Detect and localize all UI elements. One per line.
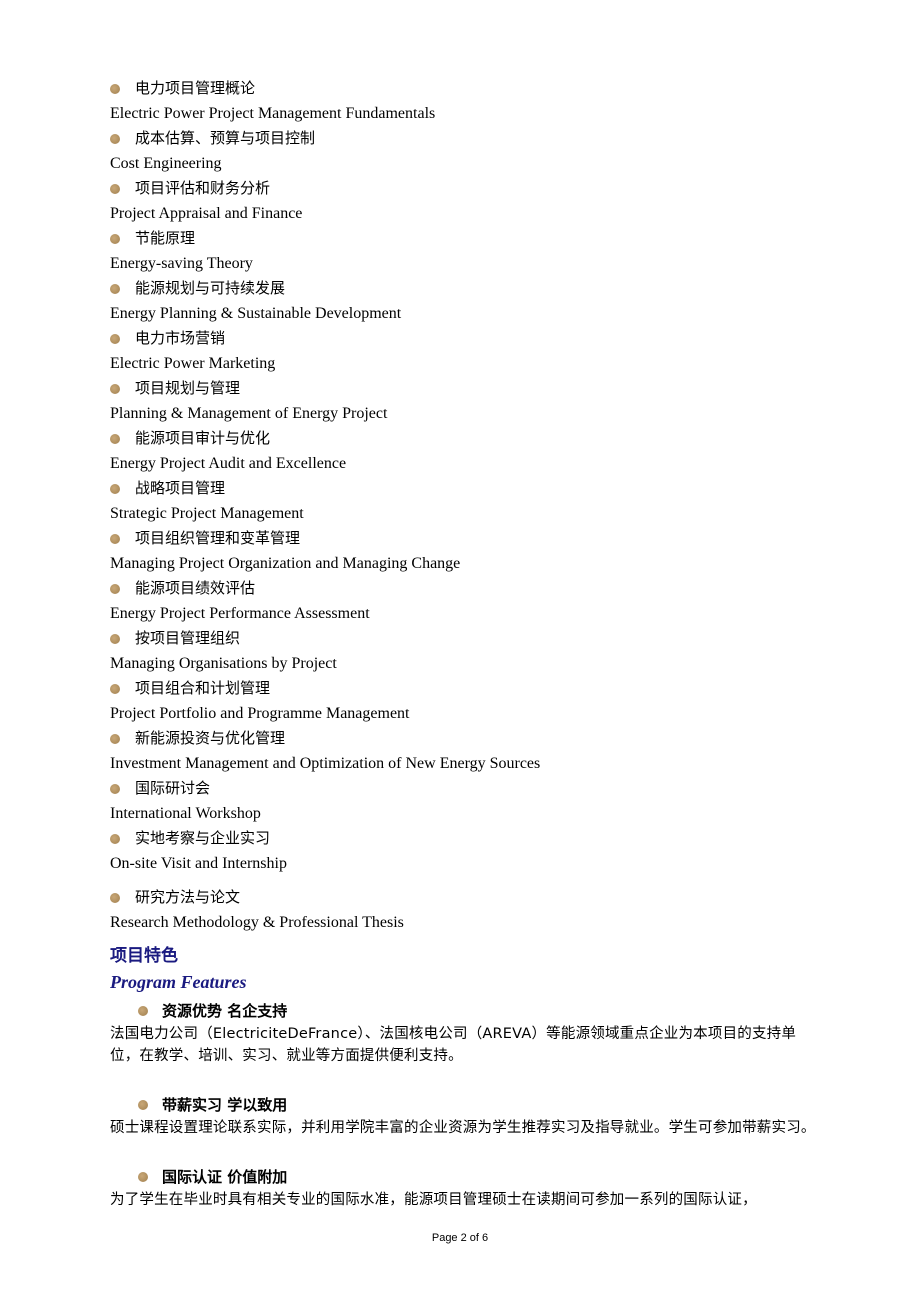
course-item: 研究方法与论文 Research Methodology & Professio… [110, 885, 820, 935]
bullet-icon [110, 584, 120, 594]
course-title-en: Cost Engineering [110, 155, 222, 172]
course-item: 能源项目审计与优化 Energy Project Audit and Excel… [110, 426, 820, 476]
course-item: 节能原理 Energy-saving Theory [110, 226, 820, 276]
course-title-zh: 节能原理 [135, 229, 196, 247]
course-title-en: Research Methodology & Professional Thes… [110, 914, 404, 931]
course-title-zh: 能源项目绩效评估 [135, 579, 256, 597]
bullet-icon [110, 484, 120, 494]
course-title-zh: 项目评估和财务分析 [135, 179, 271, 197]
course-title-en: Electric Power Marketing [110, 355, 276, 372]
course-item: 按项目管理组织 Managing Organisations by Projec… [110, 626, 820, 676]
section-title-en: Program Features [110, 972, 247, 992]
bullet-icon [110, 134, 120, 144]
course-title-zh: 项目组织管理和变革管理 [135, 529, 301, 547]
course-title-zh: 电力项目管理概论 [135, 79, 256, 97]
course-title-zh: 新能源投资与优化管理 [135, 729, 286, 747]
course-list: 电力项目管理概论 Electric Power Project Manageme… [110, 76, 820, 935]
course-title-zh: 国际研讨会 [135, 779, 211, 797]
course-title-en: International Workshop [110, 805, 261, 822]
course-title-en: Energy Project Audit and Excellence [110, 455, 347, 472]
course-title-zh: 项目组合和计划管理 [135, 679, 271, 697]
bullet-icon [110, 84, 120, 94]
bullet-icon [110, 684, 120, 694]
bullet-icon [110, 784, 120, 794]
course-title-en: Project Appraisal and Finance [110, 205, 303, 222]
feature-body: 硕士课程设置理论联系实际，并利用学院丰富的企业资源为学生推荐实习及指导就业。学生… [110, 1120, 816, 1136]
bullet-icon [110, 893, 120, 903]
course-title-en: Electric Power Project Management Fundam… [110, 105, 436, 122]
bullet-icon [138, 1100, 148, 1110]
course-title-zh: 研究方法与论文 [135, 888, 241, 906]
bullet-icon [110, 434, 120, 444]
course-title-en: Energy Project Performance Assessment [110, 605, 370, 622]
course-title-zh: 项目规划与管理 [135, 379, 241, 397]
course-title-en: Energy Planning & Sustainable Developmen… [110, 305, 402, 322]
section-title-zh: 项目特色 [110, 946, 178, 966]
feature-item: 国际认证 价值附加 为了学生在毕业时具有相关专业的国际水准，能源项目管理硕士在读… [110, 1165, 820, 1211]
bullet-icon [110, 334, 120, 344]
course-title-en: Energy-saving Theory [110, 255, 253, 272]
course-title-en: Strategic Project Management [110, 505, 304, 522]
course-item: 电力市场营销 Electric Power Marketing [110, 326, 820, 376]
bullet-icon [110, 634, 120, 644]
course-title-zh: 战略项目管理 [135, 479, 226, 497]
course-title-zh: 电力市场营销 [135, 329, 226, 347]
feature-item: 带薪实习 学以致用 硕士课程设置理论联系实际，并利用学院丰富的企业资源为学生推荐… [110, 1093, 820, 1139]
course-item: 项目规划与管理 Planning & Management of Energy … [110, 376, 820, 426]
bullet-icon [110, 284, 120, 294]
bullet-icon [110, 234, 120, 244]
course-item: 项目评估和财务分析 Project Appraisal and Finance [110, 176, 820, 226]
bullet-icon [138, 1006, 148, 1016]
course-title-zh: 按项目管理组织 [135, 629, 241, 647]
course-title-en: Managing Project Organization and Managi… [110, 555, 461, 572]
bullet-icon [110, 384, 120, 394]
bullet-icon [110, 184, 120, 194]
course-title-en: Investment Management and Optimization o… [110, 755, 541, 772]
course-item: 能源规划与可持续发展 Energy Planning & Sustainable… [110, 276, 820, 326]
course-title-en: On-site Visit and Internship [110, 855, 287, 872]
course-item: 新能源投资与优化管理 Investment Management and Opt… [110, 726, 820, 776]
course-title-zh: 实地考察与企业实习 [135, 829, 271, 847]
course-item: 战略项目管理 Strategic Project Management [110, 476, 820, 526]
course-item: 电力项目管理概论 Electric Power Project Manageme… [110, 76, 820, 126]
feature-body: 法国电力公司（ElectriciteDeFrance）、法国核电公司（AREVA… [110, 1026, 797, 1064]
feature-item: 资源优势 名企支持 法国电力公司（ElectriciteDeFrance）、法国… [110, 999, 820, 1067]
feature-body: 为了学生在毕业时具有相关专业的国际水准，能源项目管理硕士在读期间可参加一系列的国… [110, 1192, 757, 1208]
course-title-en: Planning & Management of Energy Project [110, 405, 388, 422]
features-section: 项目特色 Program Features 资源优势 名企支持 法国电力公司（E… [110, 943, 820, 1211]
feature-heading: 资源优势 名企支持 [162, 1002, 288, 1020]
course-title-en: Project Portfolio and Programme Manageme… [110, 705, 410, 722]
course-item: 项目组合和计划管理 Project Portfolio and Programm… [110, 676, 820, 726]
course-item: 能源项目绩效评估 Energy Project Performance Asse… [110, 576, 820, 626]
bullet-icon [110, 834, 120, 844]
course-title-zh: 能源项目审计与优化 [135, 429, 271, 447]
page-number: Page 2 of 6 [431, 1232, 489, 1244]
course-item: 实地考察与企业实习 On-site Visit and Internship [110, 826, 820, 876]
bullet-icon [110, 734, 120, 744]
feature-heading: 带薪实习 学以致用 [162, 1096, 288, 1114]
bullet-icon [138, 1172, 148, 1182]
bullet-icon [110, 534, 120, 544]
course-title-zh: 能源规划与可持续发展 [135, 279, 286, 297]
course-item: 国际研讨会 International Workshop [110, 776, 820, 826]
course-item: 成本估算、预算与项目控制 Cost Engineering [110, 126, 820, 176]
course-item: 项目组织管理和变革管理 Managing Project Organizatio… [110, 526, 820, 576]
document-page: 电力项目管理概论 Electric Power Project Manageme… [110, 76, 820, 1211]
course-title-en: Managing Organisations by Project [110, 655, 337, 672]
feature-heading: 国际认证 价值附加 [162, 1168, 288, 1186]
course-title-zh: 成本估算、预算与项目控制 [135, 129, 316, 147]
